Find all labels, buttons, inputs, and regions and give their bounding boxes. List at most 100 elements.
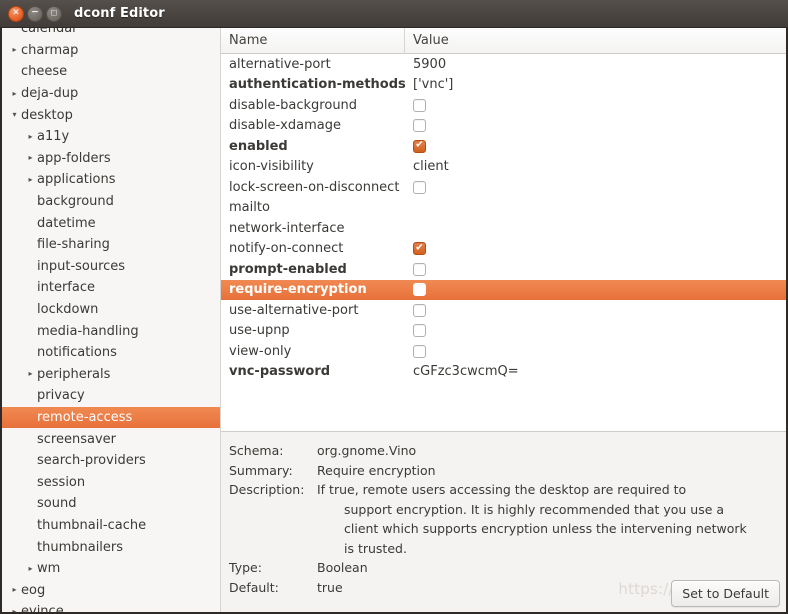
sidebar-item-sound[interactable]: sound [2, 493, 220, 515]
sidebar-item-datetime[interactable]: datetime [2, 212, 220, 234]
sidebar-item-session[interactable]: session [2, 471, 220, 493]
sidebar-item-background[interactable]: background [2, 191, 220, 213]
sidebar-item-label: datetime [37, 215, 96, 231]
sidebar-item-peripherals[interactable]: ▸ peripherals [2, 364, 220, 386]
sidebar-item-applications[interactable]: ▸ applications [2, 169, 220, 191]
schema-tree-sidebar[interactable]: calendar ▸ charmap cheese ▸ deja-dup ▾ desktop ▸… [2, 28, 221, 612]
sidebar-item-calendar[interactable]: calendar [2, 28, 220, 40]
maximize-button[interactable]: □ [46, 5, 62, 22]
sidebar-item-label: screensaver [37, 431, 116, 447]
sidebar-item-label: thumbnail-cache [37, 517, 147, 533]
schema-label: Schema: [229, 443, 284, 458]
key-name: view-only [229, 343, 292, 359]
key-row[interactable]: lock-screen-on-disconnect [221, 177, 786, 198]
chevron-right-icon[interactable]: ▸ [8, 607, 21, 612]
chevron-right-icon[interactable]: ▸ [24, 132, 37, 141]
sidebar-item-desktop[interactable]: ▾ desktop [2, 104, 220, 126]
sidebar-item-cheese[interactable]: cheese [2, 61, 220, 83]
sidebar-item-notifications[interactable]: notifications [2, 342, 220, 364]
key-row[interactable]: require-encryption [221, 279, 786, 300]
sidebar-item-thumbnail-cache[interactable]: thumbnail-cache [2, 515, 220, 537]
sidebar-item-input-sources[interactable]: input-sources [2, 256, 220, 278]
key-value [405, 283, 786, 297]
close-icon: × [12, 7, 20, 18]
sidebar-item-a11y[interactable]: ▸ a11y [2, 126, 220, 148]
value-checkbox[interactable] [413, 283, 426, 297]
sidebar-item-file-sharing[interactable]: file-sharing [2, 234, 220, 256]
titlebar: × − □ dconf Editor [0, 0, 788, 28]
sidebar-item-eog[interactable]: ▸ eog [2, 579, 220, 601]
sidebar-item-charmap[interactable]: ▸ charmap [2, 40, 220, 62]
key-value [405, 119, 786, 133]
key-row[interactable]: authentication-methods ['vnc'] [221, 75, 786, 96]
detail-row-type: Type: Boolean [229, 558, 776, 578]
key-row[interactable]: enabled ✔ [221, 136, 786, 157]
value-checkbox[interactable] [413, 303, 426, 317]
description-line: is trusted. [344, 540, 407, 556]
sidebar-item-remote-access[interactable]: remote-access [2, 406, 220, 429]
value-checkbox[interactable]: ✔ [413, 139, 426, 153]
sidebar-item-label: media-handling [37, 323, 139, 339]
sidebar-item-search-providers[interactable]: search-providers [2, 450, 220, 472]
key-row[interactable]: network-interface [221, 218, 786, 239]
key-value [405, 324, 786, 338]
sidebar-item-label: a11y [37, 129, 70, 145]
description-line: support encryption. It is highly recomme… [344, 501, 725, 517]
chevron-down-icon[interactable]: ▾ [8, 111, 21, 119]
chevron-right-icon[interactable]: ▸ [24, 154, 37, 162]
sidebar-item-thumbnailers[interactable]: thumbnailers [2, 536, 220, 558]
value-checkbox[interactable] [413, 344, 426, 358]
sidebar-item-screensaver[interactable]: screensaver [2, 428, 220, 450]
key-name: enabled [229, 138, 288, 154]
sidebar-item-media-handling[interactable]: media-handling [2, 320, 220, 342]
key-value [405, 98, 786, 112]
column-header-name[interactable]: Name [221, 27, 405, 54]
key-row[interactable]: vnc-password cGFzc3cwcmQ= [221, 362, 786, 383]
chevron-right-icon[interactable]: ▸ [8, 89, 21, 98]
sidebar-item-deja-dup[interactable]: ▸ deja-dup [2, 83, 220, 105]
key-name: lock-screen-on-disconnect [229, 179, 400, 195]
value-checkbox[interactable]: ✔ [413, 242, 426, 256]
window-body: calendar ▸ charmap cheese ▸ deja-dup ▾ desktop ▸… [0, 27, 788, 614]
sidebar-item-label: background [37, 194, 114, 210]
chevron-right-icon[interactable]: ▸ [24, 370, 37, 378]
close-button[interactable]: × [8, 5, 24, 22]
sidebar-item-evince[interactable]: ▸ evince [2, 601, 220, 612]
set-to-default-button[interactable]: Set to Default [671, 580, 780, 607]
value-checkbox[interactable] [413, 119, 426, 133]
chevron-right-icon[interactable]: ▸ [8, 586, 21, 594]
key-row[interactable]: use-alternative-port [221, 300, 786, 321]
key-row[interactable]: icon-visibility client [221, 157, 786, 178]
chevron-right-icon[interactable]: ▸ [24, 564, 37, 573]
sidebar-item-wm[interactable]: ▸ wm [2, 558, 220, 580]
value-text: ['vnc'] [413, 77, 454, 93]
key-name: authentication-methods [229, 77, 405, 93]
key-name: disable-background [229, 97, 358, 113]
schema-tree: calendar ▸ charmap cheese ▸ deja-dup ▾ desktop ▸… [2, 28, 220, 612]
key-row[interactable]: mailto [221, 198, 786, 219]
key-row[interactable]: use-upnp [221, 321, 786, 342]
chevron-right-icon[interactable]: ▸ [24, 175, 37, 184]
value-checkbox[interactable] [413, 98, 426, 112]
chevron-right-icon[interactable]: ▸ [8, 46, 21, 54]
key-row[interactable]: disable-background [221, 95, 786, 116]
key-list[interactable]: alternative-port 5900 authentication-metho… [221, 54, 786, 431]
maximize-icon: □ [50, 8, 58, 17]
value-checkbox[interactable] [413, 262, 426, 276]
minimize-button[interactable]: − [27, 5, 43, 22]
sidebar-item-app-folders[interactable]: ▸ app-folders [2, 148, 220, 170]
value-checkbox[interactable] [413, 324, 426, 338]
key-value: client [405, 159, 786, 174]
key-row[interactable]: disable-xdamage [221, 116, 786, 137]
key-row[interactable]: prompt-enabled [221, 259, 786, 280]
key-row[interactable]: notify-on-connect ✔ [221, 239, 786, 260]
key-value: ✔ [405, 242, 786, 256]
sidebar-item-label: applications [37, 172, 116, 188]
value-checkbox[interactable] [413, 180, 426, 194]
sidebar-item-lockdown[interactable]: lockdown [2, 299, 220, 321]
key-row[interactable]: alternative-port 5900 [221, 54, 786, 75]
sidebar-item-interface[interactable]: interface [2, 277, 220, 299]
sidebar-item-privacy[interactable]: privacy [2, 385, 220, 407]
key-row[interactable]: view-only [221, 341, 786, 362]
column-header-value[interactable]: Value [405, 28, 786, 54]
